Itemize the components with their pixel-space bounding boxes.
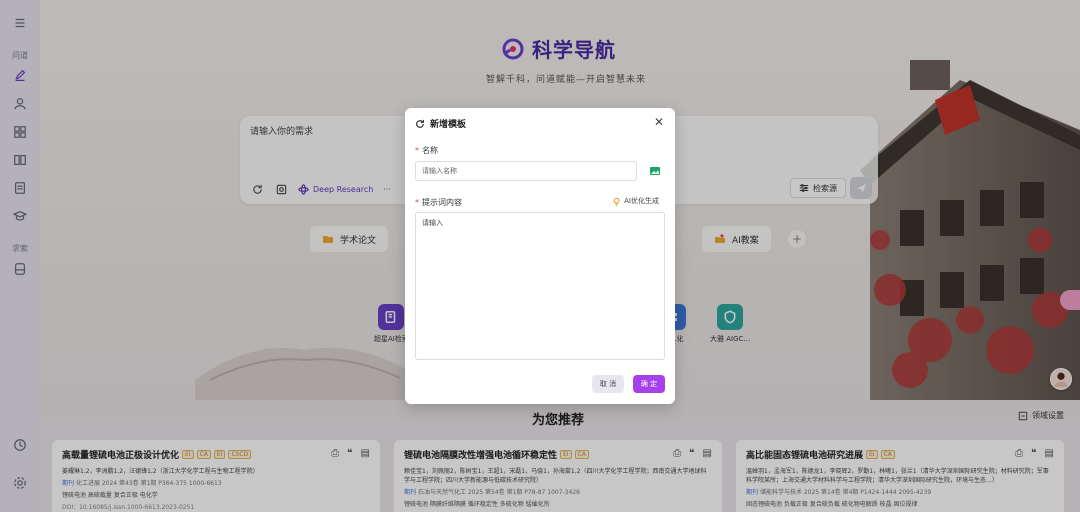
dialog-title: 新增模板 [430,120,467,130]
confirm-button[interactable]: 确 定 [633,375,665,393]
ai-optimize-label: AI优化生成 [624,197,659,205]
name-input[interactable] [415,161,637,181]
close-icon[interactable]: ✕ [653,116,665,128]
cancel-button[interactable]: 取 消 [592,375,624,393]
ai-optimize-button[interactable]: AI优化生成 [612,196,659,206]
prompt-label: * 提示词内容 [415,198,462,207]
name-label: * 名称 [415,146,438,155]
required-mark: * [415,146,419,155]
new-template-dialog: 新增模板 ✕ *名称 *提示词内容 AI优化生成 取 消 确 定 [405,108,675,404]
prompt-textarea[interactable] [415,212,665,360]
required-mark: * [415,198,419,207]
lightbulb-icon [613,197,620,206]
image-icon[interactable] [649,165,661,177]
new-template-icon [416,119,424,128]
